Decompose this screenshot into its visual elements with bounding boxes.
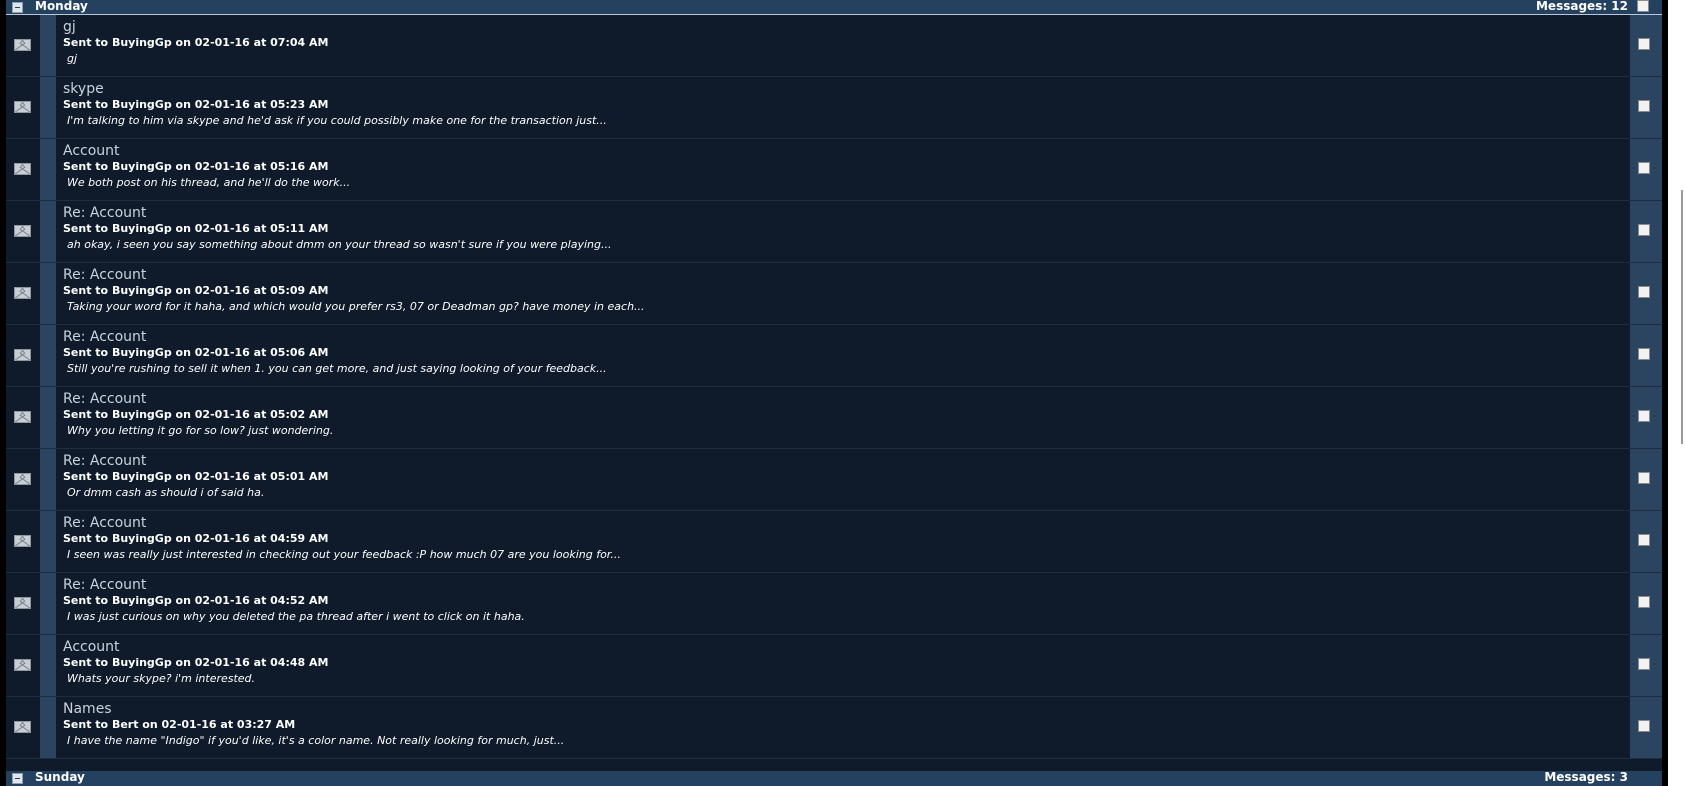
message-subject-link[interactable]: Account [63, 143, 120, 159]
message-sent-info: Sent to BuyingGp on 02-01-16 at 05:06 AM [63, 346, 329, 359]
message-row[interactable]: Re: Account Sent to BuyingGp on 02-01-16… [6, 201, 1662, 263]
message-row[interactable]: Names Sent to Bert on 02-01-16 at 03:27 … [6, 697, 1662, 759]
message-subject-link[interactable]: Re: Account [63, 577, 146, 593]
message-row[interactable]: skype Sent to BuyingGp on 02-01-16 at 05… [6, 77, 1662, 139]
message-row[interactable]: Re: Account Sent to BuyingGp on 02-01-16… [6, 449, 1662, 511]
envelope-icon [14, 163, 31, 175]
message-subject-link[interactable]: Re: Account [63, 391, 146, 407]
message-subject-link[interactable]: Account [63, 639, 120, 655]
envelope-icon [14, 535, 31, 547]
message-sent-info: Sent to BuyingGp on 02-01-16 at 05:23 AM [63, 98, 329, 111]
message-select-checkbox[interactable] [1638, 38, 1650, 50]
collapse-icon[interactable] [12, 2, 23, 13]
group-message-count: Messages: 12 [1535, 0, 1628, 13]
message-subject-link[interactable]: Re: Account [63, 205, 146, 221]
message-row[interactable]: Account Sent to BuyingGp on 02-01-16 at … [6, 635, 1662, 697]
message-preview: gj [67, 52, 78, 65]
message-select-checkbox[interactable] [1638, 472, 1650, 484]
message-select-checkbox[interactable] [1638, 224, 1650, 236]
message-rows: gj Sent to BuyingGp on 02-01-16 at 07:04… [6, 15, 1662, 759]
group-title: Sunday [35, 770, 85, 784]
message-row[interactable]: Re: Account Sent to BuyingGp on 02-01-16… [6, 263, 1662, 325]
message-select-checkbox[interactable] [1638, 286, 1650, 298]
message-select-checkbox[interactable] [1638, 720, 1650, 732]
message-subject-link[interactable]: Re: Account [63, 267, 146, 283]
message-sent-info: Sent to BuyingGp on 02-01-16 at 04:59 AM [63, 532, 329, 545]
message-subject-link[interactable]: skype [63, 81, 104, 97]
message-row[interactable]: Re: Account Sent to BuyingGp on 02-01-16… [6, 387, 1662, 449]
message-sent-info: Sent to BuyingGp on 02-01-16 at 05:11 AM [63, 222, 329, 235]
message-select-checkbox[interactable] [1638, 658, 1650, 670]
group-title: Monday [35, 0, 88, 13]
message-sent-info: Sent to BuyingGp on 02-01-16 at 05:16 AM [63, 160, 329, 173]
group-header-sunday: Sunday Messages: 3 [6, 770, 1662, 786]
collapse-icon[interactable] [12, 773, 23, 784]
envelope-icon [14, 659, 31, 671]
message-preview: Still you're rushing to sell it when 1. … [67, 362, 607, 375]
message-row[interactable]: Re: Account Sent to BuyingGp on 02-01-16… [6, 511, 1662, 573]
group-message-count: Messages: 3 [1544, 770, 1628, 784]
envelope-icon [14, 349, 31, 361]
message-preview: Or dmm cash as should i of said ha. [67, 486, 265, 499]
message-preview: Why you letting it go for so low? just w… [67, 424, 334, 437]
message-subject-link[interactable]: Re: Account [63, 329, 146, 345]
message-row[interactable]: Account Sent to BuyingGp on 02-01-16 at … [6, 139, 1662, 201]
message-list-panel: Monday Messages: 12 gj Sent to BuyingGp … [6, 0, 1662, 786]
message-subject-link[interactable]: gj [63, 19, 76, 35]
message-sent-info: Sent to BuyingGp on 02-01-16 at 05:09 AM [63, 284, 329, 297]
message-sent-info: Sent to BuyingGp on 02-01-16 at 05:01 AM [63, 470, 329, 483]
message-preview: We both post on his thread, and he'll do… [67, 176, 351, 189]
message-row[interactable]: Re: Account Sent to BuyingGp on 02-01-16… [6, 573, 1662, 635]
message-select-checkbox[interactable] [1638, 596, 1650, 608]
message-sent-info: Sent to BuyingGp on 02-01-16 at 07:04 AM [63, 36, 329, 49]
envelope-icon [14, 597, 31, 609]
message-sent-info: Sent to BuyingGp on 02-01-16 at 05:02 AM [63, 408, 329, 421]
message-select-checkbox[interactable] [1638, 100, 1650, 112]
message-row[interactable]: gj Sent to BuyingGp on 02-01-16 at 07:04… [6, 15, 1662, 77]
message-preview: I seen was really just interested in che… [67, 548, 621, 561]
message-sent-info: Sent to Bert on 02-01-16 at 03:27 AM [63, 718, 296, 731]
scrollbar-thumb[interactable] [1681, 190, 1683, 444]
message-select-checkbox[interactable] [1638, 534, 1650, 546]
message-preview: Taking your word for it haha, and which … [67, 300, 645, 313]
message-subject-link[interactable]: Re: Account [63, 453, 146, 469]
select-group-checkbox[interactable] [1637, 0, 1649, 12]
envelope-icon [14, 473, 31, 485]
message-select-checkbox[interactable] [1638, 162, 1650, 174]
message-row[interactable]: Re: Account Sent to BuyingGp on 02-01-16… [6, 325, 1662, 387]
envelope-icon [14, 721, 31, 733]
message-preview: ah okay, i seen you say something about … [67, 238, 612, 251]
message-sent-info: Sent to BuyingGp on 02-01-16 at 04:52 AM [63, 594, 329, 607]
message-preview: I'm talking to him via skype and he'd as… [67, 114, 607, 127]
message-preview: I have the name "Indigo" if you'd like, … [67, 734, 565, 747]
message-preview: Whats your skype? i'm interested. [67, 672, 256, 685]
message-sent-info: Sent to BuyingGp on 02-01-16 at 04:48 AM [63, 656, 329, 669]
message-subject-link[interactable]: Re: Account [63, 515, 146, 531]
envelope-icon [14, 225, 31, 237]
envelope-icon [14, 411, 31, 423]
message-select-checkbox[interactable] [1638, 410, 1650, 422]
envelope-icon [14, 101, 31, 113]
message-preview: I was just curious on why you deleted th… [67, 610, 525, 623]
message-subject-link[interactable]: Names [63, 701, 112, 717]
group-header-monday: Monday Messages: 12 [6, 0, 1662, 15]
envelope-icon [14, 287, 31, 299]
message-select-checkbox[interactable] [1638, 348, 1650, 360]
envelope-icon [14, 39, 31, 51]
